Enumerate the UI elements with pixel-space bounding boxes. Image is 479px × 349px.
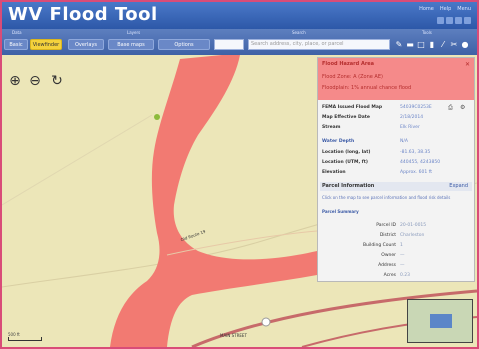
- overlays-button[interactable]: Overlays: [68, 39, 104, 50]
- minimap-viewport[interactable]: [430, 314, 452, 328]
- parcel-key: Acres: [383, 273, 396, 278]
- road-line: [2, 114, 153, 206]
- facebook-icon[interactable]: [437, 17, 444, 24]
- section-title: Parcel Information: [322, 183, 375, 189]
- info-value: 440455, 4243850: [400, 160, 441, 165]
- parcel-section-header[interactable]: Parcel Information Expand: [320, 182, 472, 191]
- parcel-value: 20-01-0015: [400, 223, 427, 228]
- search-input[interactable]: Search address, city, place, or parcel: [248, 39, 390, 50]
- info-key: Location (long, lat): [322, 150, 371, 155]
- parcel-key: Address: [378, 263, 396, 268]
- info-key: Stream: [322, 125, 341, 130]
- header-link-menu[interactable]: Menu: [457, 6, 471, 12]
- parcel-key: Parcel ID: [376, 223, 396, 228]
- app-header: WV Flood Tool Home Help Menu: [2, 2, 477, 29]
- parcel-row: District Charleston: [328, 232, 468, 240]
- info-value: -81.63, 38.35: [400, 150, 431, 155]
- header-links: Home Help Menu: [419, 6, 471, 12]
- options-button[interactable]: Options: [158, 39, 210, 50]
- info-value: 2/18/2014: [400, 115, 424, 120]
- info-panel: Flood Hazard Area ✕ Flood Zone: A (Zone …: [317, 57, 475, 282]
- measure-icon[interactable]: ✂: [450, 40, 458, 49]
- header-link-help[interactable]: Help: [440, 6, 451, 12]
- parcel-value: 0.23: [400, 273, 411, 278]
- parcel-value: —: [400, 253, 405, 258]
- parcel-row: Building Count 1: [328, 242, 468, 250]
- parcel-value: Charleston: [400, 233, 425, 238]
- group-label-data: Data: [12, 30, 22, 35]
- info-key: FEMA Issued Flood Map: [322, 105, 383, 110]
- user-icon[interactable]: ●: [461, 40, 469, 49]
- panel-title: Flood Hazard Area: [322, 61, 375, 67]
- expand-link[interactable]: Expand: [449, 182, 468, 191]
- group-label-tools: Tools: [422, 30, 432, 35]
- info-row: Water Depth N/A: [322, 138, 472, 146]
- parcel-value: —: [400, 263, 405, 268]
- twitter-icon[interactable]: [446, 17, 453, 24]
- parcel-row: Parcel ID 20-01-0015: [328, 222, 468, 230]
- draw-icon[interactable]: ✎: [395, 40, 403, 49]
- group-label-search: Search: [292, 30, 306, 35]
- panel-header: Flood Hazard Area ✕ Flood Zone: A (Zone …: [318, 58, 474, 100]
- info-value: 54039C0253E: [400, 105, 432, 110]
- settings-icon[interactable]: ⚙: [460, 104, 465, 111]
- info-value[interactable]: Elk River: [400, 124, 420, 132]
- zoom-out-icon[interactable]: ⊖: [28, 74, 42, 88]
- parcel-value: 1: [400, 243, 403, 248]
- header-link-home[interactable]: Home: [419, 6, 434, 12]
- info-key: Map Effective Date: [322, 115, 370, 120]
- flood-zone: [110, 55, 317, 347]
- parcel-key: Owner: [381, 253, 396, 258]
- app-title: WV Flood Tool: [8, 4, 158, 25]
- scale-bar: [8, 337, 42, 341]
- overview-minimap[interactable]: [407, 299, 473, 343]
- info-row: Location (UTM, ft) 440455, 4243850: [322, 159, 472, 167]
- eraser-icon[interactable]: ⁄: [439, 40, 447, 49]
- parcel-row: Address —: [328, 262, 468, 270]
- group-label-layers: Layers: [127, 30, 141, 35]
- info-row: Location (long, lat) -81.63, 38.35: [322, 149, 472, 157]
- info-key: Elevation: [322, 170, 346, 175]
- bottom-map-label: MAIN STREET: [220, 333, 247, 338]
- refresh-icon[interactable]: ↻: [50, 74, 64, 88]
- app-window: WV Flood Tool Home Help Menu Data Layers…: [0, 0, 479, 349]
- info-key: Location (UTM, ft): [322, 160, 368, 165]
- info-row: Map Effective Date 2/18/2014: [322, 114, 472, 122]
- parcel-summary-title: Parcel Summary: [322, 209, 359, 214]
- zoom-in-icon[interactable]: ⊕: [8, 74, 22, 88]
- flood-zone-text: Flood Zone: A (Zone AE): [322, 74, 383, 80]
- document-icon[interactable]: □: [417, 40, 425, 49]
- route-marker: [261, 317, 271, 327]
- floodplain-text: Floodplain: 1% annual chance flood: [322, 85, 412, 91]
- header-icons: [437, 17, 471, 24]
- base-maps-button[interactable]: Base maps: [108, 39, 154, 50]
- info-key: Water Depth: [322, 139, 355, 144]
- parcel-note: Click on the map to see parcel informati…: [322, 195, 451, 200]
- parcel-key: District: [379, 233, 396, 238]
- parcel-row: Owner —: [328, 252, 468, 260]
- search-type-select[interactable]: [214, 39, 244, 50]
- location-marker: [154, 114, 160, 120]
- email-icon[interactable]: [455, 17, 462, 24]
- info-value: Approx. 601 ft: [400, 170, 432, 175]
- parcel-row: Acres 0.23: [328, 272, 468, 280]
- info-row: Stream Elk River: [322, 124, 472, 132]
- info-value: N/A: [400, 139, 408, 144]
- comment-icon[interactable]: ▬: [406, 40, 414, 49]
- clipboard-icon[interactable]: ▮: [428, 40, 436, 49]
- parcel-key: Building Count: [362, 243, 396, 248]
- print-icon[interactable]: ⎙: [448, 104, 453, 112]
- viewfinder-button[interactable]: Viewfinder: [30, 39, 62, 50]
- close-icon[interactable]: ✕: [465, 61, 470, 68]
- basic-button[interactable]: Basic: [4, 39, 28, 50]
- info-row: Elevation Approx. 601 ft: [322, 169, 472, 177]
- toolbar: Data Layers Search Tools Basic Viewfinde…: [2, 29, 477, 55]
- print-icon[interactable]: [464, 17, 471, 24]
